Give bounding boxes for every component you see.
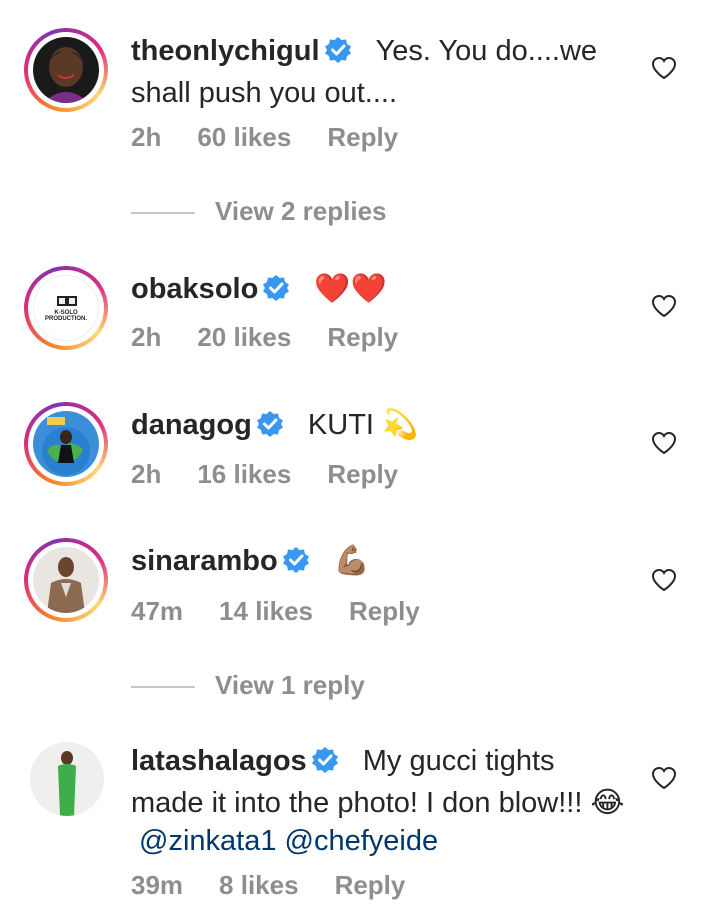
verified-badge-icon [262, 274, 290, 312]
comment-meta: 39m 8 likes Reply [131, 870, 441, 901]
comment-body: latashalagos My gucci tights made it int… [131, 742, 631, 860]
comment-time: 2h [131, 459, 162, 489]
verified-badge-icon [256, 410, 284, 448]
comment-text: 💪🏽 [333, 545, 370, 577]
username[interactable]: latashalagos [131, 745, 307, 777]
like-heart-icon[interactable] [651, 568, 677, 592]
like-heart-icon[interactable] [651, 56, 677, 80]
comment-time: 47m [131, 596, 184, 626]
comment-text: KUTI 💫 [307, 409, 419, 441]
view-replies-link[interactable]: View 2 replies [131, 196, 387, 227]
comment-time: 2h [131, 122, 162, 152]
comment-meta: 2h 16 likes Reply [131, 459, 434, 490]
likes-count[interactable]: 20 likes [197, 322, 291, 352]
verified-badge-icon [282, 546, 310, 584]
reply-button[interactable]: Reply [349, 596, 420, 626]
mention-link[interactable]: @zinkata1 @chefyeide [139, 825, 438, 857]
divider-line [131, 686, 195, 689]
reply-button[interactable]: Reply [327, 322, 398, 352]
comment-text: ❤️❤️ [314, 273, 387, 305]
view-replies-label[interactable]: View 1 reply [215, 670, 365, 700]
comment-time: 2h [131, 322, 162, 352]
divider-line [131, 212, 195, 215]
comment-body: obaksolo ❤️❤️ [131, 270, 631, 312]
avatar[interactable]: K-SOLO PRODUCTION. [24, 266, 108, 350]
likes-count[interactable]: 60 likes [197, 122, 291, 152]
comment-meta: 47m 14 likes Reply [131, 596, 456, 627]
likes-count[interactable]: 8 likes [219, 870, 299, 900]
view-replies-label[interactable]: View 2 replies [215, 196, 387, 226]
avatar[interactable] [30, 742, 104, 816]
comment-meta: 2h 60 likes Reply [131, 122, 434, 153]
avatar[interactable] [24, 28, 108, 112]
likes-count[interactable]: 14 likes [219, 596, 313, 626]
comment-body: theonlychigul Yes. You do....we shall pu… [131, 32, 631, 112]
reply-button[interactable]: Reply [335, 870, 406, 900]
avatar-logo-text: K-SOLO PRODUCTION. [45, 310, 87, 322]
username[interactable]: theonlychigul [131, 35, 320, 67]
verified-badge-icon [311, 746, 339, 784]
username[interactable]: danagog [131, 409, 252, 441]
reply-button[interactable]: Reply [327, 122, 398, 152]
username[interactable]: sinarambo [131, 545, 278, 577]
reply-button[interactable]: Reply [327, 459, 398, 489]
username[interactable]: obaksolo [131, 273, 258, 305]
like-heart-icon[interactable] [651, 766, 677, 790]
comment-meta: 2h 20 likes Reply [131, 322, 434, 353]
avatar[interactable] [24, 402, 108, 486]
comment-body: danagog KUTI 💫 [131, 406, 631, 448]
comment-body: sinarambo 💪🏽 [131, 542, 631, 584]
like-heart-icon[interactable] [651, 294, 677, 318]
view-replies-link[interactable]: View 1 reply [131, 670, 365, 701]
verified-badge-icon [324, 36, 352, 74]
like-heart-icon[interactable] [651, 431, 677, 455]
comment-time: 39m [131, 870, 184, 900]
avatar[interactable] [24, 538, 108, 622]
likes-count[interactable]: 16 likes [197, 459, 291, 489]
